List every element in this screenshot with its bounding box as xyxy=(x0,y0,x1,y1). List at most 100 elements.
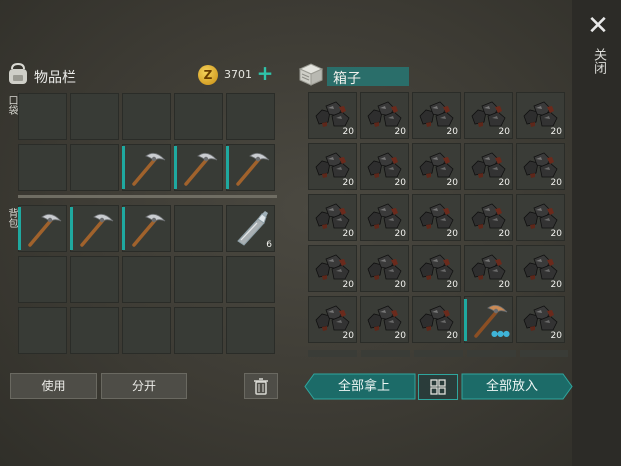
item-slot[interactable]: 20 xyxy=(308,92,357,139)
item-count: 20 xyxy=(394,127,406,137)
item-slot[interactable] xyxy=(70,93,119,140)
item-slot[interactable] xyxy=(226,307,275,354)
coal-icon xyxy=(471,254,506,280)
durability-bar xyxy=(122,146,125,189)
put-all-button[interactable]: 全部放入 xyxy=(462,374,562,399)
item-slot[interactable]: 20 xyxy=(464,143,513,190)
item-slot[interactable]: 20 xyxy=(360,245,409,292)
coal-icon xyxy=(315,203,350,229)
durability-bar xyxy=(464,299,467,341)
pocket-label: 口袋 xyxy=(6,95,17,115)
item-slot[interactable]: 20 xyxy=(360,143,409,190)
item-slot[interactable]: 20 xyxy=(516,143,565,190)
item-slot[interactable] xyxy=(122,205,171,252)
item-slot[interactable]: 20 xyxy=(412,194,461,241)
item-slot[interactable]: 20 xyxy=(516,92,565,139)
item-count: 20 xyxy=(550,127,562,137)
coal-icon xyxy=(315,152,350,178)
item-slot[interactable] xyxy=(18,256,67,303)
item-slot[interactable]: 20 xyxy=(308,143,357,190)
item-count: 20 xyxy=(342,178,354,188)
item-count: 20 xyxy=(394,229,406,239)
trash-button[interactable] xyxy=(244,373,278,399)
item-slot[interactable] xyxy=(226,144,275,191)
split-button[interactable]: 分开 xyxy=(101,373,187,399)
item-count: 20 xyxy=(342,127,354,137)
coal-icon xyxy=(367,152,402,178)
coal-icon xyxy=(367,305,402,331)
use-button[interactable]: 使用 xyxy=(10,373,97,399)
close-label[interactable]: 关闭 xyxy=(588,48,606,74)
close-icon[interactable]: ✕ xyxy=(584,12,612,40)
item-count: 6 xyxy=(266,240,272,250)
item-slot[interactable]: 20 xyxy=(412,296,461,343)
item-slot[interactable]: 20 xyxy=(516,194,565,241)
item-count: 20 xyxy=(394,178,406,188)
item-slot[interactable] xyxy=(174,205,223,252)
item-slot[interactable]: 20 xyxy=(412,92,461,139)
item-slot[interactable]: 20 xyxy=(464,245,513,292)
coal-icon xyxy=(315,305,350,331)
grid-divider xyxy=(18,195,277,198)
item-slot[interactable] xyxy=(18,93,67,140)
pickaxe-icon xyxy=(132,152,166,186)
item-slot[interactable] xyxy=(70,144,119,191)
item-slot[interactable]: 20 xyxy=(360,92,409,139)
item-slot[interactable]: 20 xyxy=(360,194,409,241)
coal-icon xyxy=(367,203,402,229)
item-slot[interactable]: 20 xyxy=(360,296,409,343)
item-slot[interactable]: 20 xyxy=(516,245,565,292)
coin-count: 3701 xyxy=(224,68,252,81)
item-slot[interactable] xyxy=(122,307,171,354)
item-slot[interactable]: ●●● xyxy=(464,296,513,343)
item-slot[interactable] xyxy=(122,256,171,303)
coal-icon xyxy=(471,152,506,178)
item-slot[interactable] xyxy=(226,93,275,140)
coal-icon xyxy=(419,101,454,127)
item-slot[interactable] xyxy=(174,93,223,140)
pickaxe-icon xyxy=(28,213,62,247)
item-slot[interactable] xyxy=(70,205,119,252)
item-count: 20 xyxy=(342,331,354,341)
item-slot[interactable]: 20 xyxy=(464,92,513,139)
pickaxe-icon xyxy=(184,152,218,186)
plus-icon[interactable]: + xyxy=(256,63,274,83)
item-slot[interactable] xyxy=(70,307,119,354)
item-slot[interactable]: 20 xyxy=(412,245,461,292)
item-slot[interactable] xyxy=(18,307,67,354)
durability-bar xyxy=(122,207,125,250)
coal-icon xyxy=(523,101,558,127)
inventory-title: 物品栏 xyxy=(34,70,76,86)
item-count: 20 xyxy=(498,229,510,239)
item-slot[interactable] xyxy=(174,256,223,303)
coin-icon: Z xyxy=(198,65,218,85)
item-count: 20 xyxy=(550,178,562,188)
item-slot[interactable]: 20 xyxy=(516,296,565,343)
item-slot[interactable]: 20 xyxy=(308,296,357,343)
item-slot[interactable] xyxy=(122,144,171,191)
upgrade-dots: ●●● xyxy=(491,329,510,338)
durability-bar xyxy=(226,146,229,189)
item-slot[interactable] xyxy=(226,256,275,303)
item-slot[interactable]: 20 xyxy=(308,245,357,292)
sort-button[interactable] xyxy=(418,374,458,400)
item-slot[interactable]: 6 xyxy=(226,205,275,252)
item-slot[interactable] xyxy=(174,307,223,354)
item-slot[interactable] xyxy=(174,144,223,191)
coal-icon xyxy=(315,254,350,280)
take-all-button[interactable]: 全部拿上 xyxy=(314,374,414,399)
item-count: 20 xyxy=(394,331,406,341)
item-slot[interactable] xyxy=(18,205,67,252)
pickaxe-icon xyxy=(236,152,270,186)
item-slot[interactable]: 20 xyxy=(308,194,357,241)
item-slot[interactable] xyxy=(70,256,119,303)
durability-bar xyxy=(70,207,73,250)
item-slot[interactable] xyxy=(122,93,171,140)
item-slot[interactable]: 20 xyxy=(412,143,461,190)
coal-icon xyxy=(523,152,558,178)
item-count: 20 xyxy=(446,280,458,290)
coal-icon xyxy=(315,101,350,127)
item-slot[interactable]: 20 xyxy=(464,194,513,241)
item-slot[interactable] xyxy=(18,144,67,191)
coal-icon xyxy=(419,152,454,178)
